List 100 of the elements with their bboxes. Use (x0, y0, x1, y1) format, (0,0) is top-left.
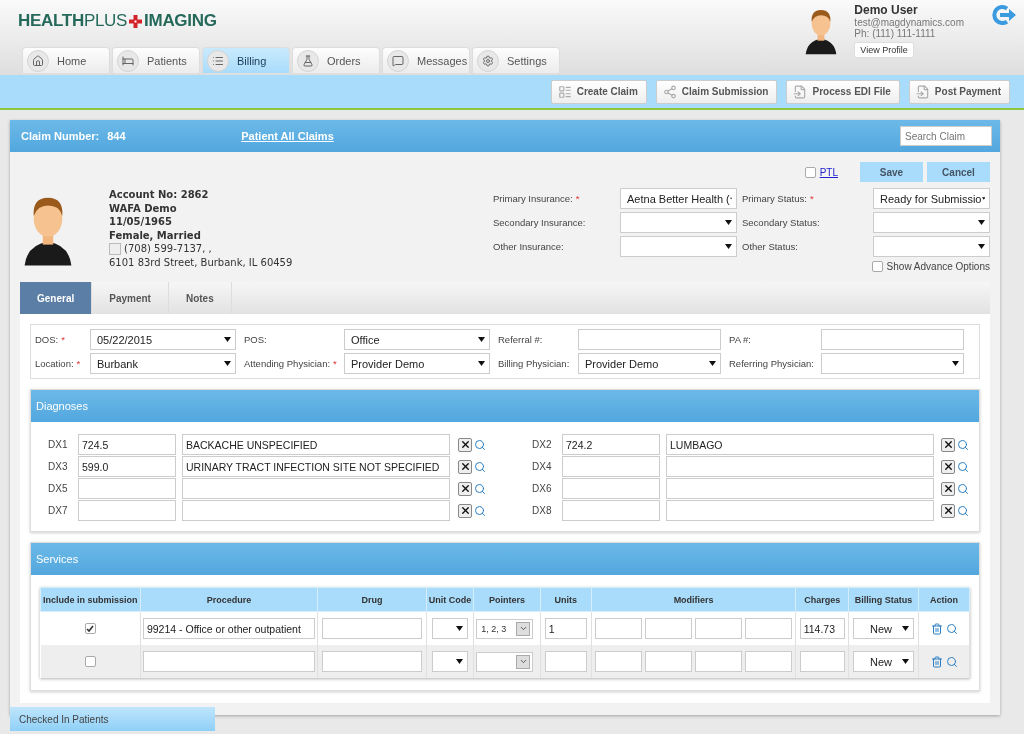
modifier-field[interactable] (645, 618, 693, 639)
dropdown[interactable] (873, 212, 990, 233)
dropdown[interactable]: Provider Demo (578, 353, 721, 374)
modifier-field[interactable] (695, 651, 743, 672)
modifier-field[interactable] (695, 618, 743, 639)
dx-label: DX6 (532, 483, 553, 494)
toolbar-button[interactable]: Process EDI File (786, 79, 900, 104)
charges-field[interactable]: 114.73 (799, 618, 845, 639)
code-field[interactable] (562, 456, 660, 477)
toolbar-button[interactable]: Create Claim (550, 79, 647, 104)
remove-button[interactable] (941, 459, 955, 474)
delete-icon[interactable] (930, 622, 943, 635)
modifier-field[interactable] (745, 618, 793, 639)
modifier-field[interactable] (745, 651, 793, 672)
input-field[interactable] (821, 329, 964, 350)
modifier-field[interactable] (595, 618, 643, 639)
description-field[interactable]: URINARY TRACT INFECTION SITE NOT SPECIFIED (182, 456, 450, 477)
view-profile-button[interactable]: View Profile (854, 42, 914, 58)
column-header: Procedure (140, 587, 318, 612)
dropdown[interactable]: Provider Demo (344, 353, 490, 374)
include-checkbox[interactable] (84, 623, 96, 634)
units-field[interactable] (544, 651, 587, 672)
action-button[interactable]: Save (860, 162, 923, 182)
dropdown[interactable]: Aetna Better Health ( (620, 188, 737, 209)
dropdown[interactable] (873, 236, 990, 257)
procedure-field[interactable] (142, 651, 315, 672)
user-email: test@magdynamics.com (854, 17, 964, 28)
status-dropdown[interactable]: New (853, 618, 915, 639)
search-icon[interactable] (945, 622, 958, 635)
code-field[interactable] (78, 500, 176, 521)
column-header: Pointers (473, 587, 541, 612)
dropdown[interactable] (620, 236, 737, 257)
dropdown[interactable]: 05/22/2015 (90, 329, 236, 350)
advance-checkbox[interactable] (871, 261, 883, 272)
remove-button[interactable] (458, 459, 472, 474)
code-field[interactable]: 724.2 (562, 434, 660, 455)
nav-tab[interactable]: Messages (382, 47, 470, 73)
remove-button[interactable] (458, 481, 472, 496)
remove-button[interactable] (941, 481, 955, 496)
field-label: Primary Status: * (742, 193, 815, 204)
drug-field[interactable] (322, 618, 423, 639)
action-button[interactable]: Cancel (927, 162, 990, 182)
procedure-field[interactable]: 99214 - Office or other outpatient (142, 618, 315, 639)
status-dropdown[interactable]: New (853, 651, 915, 672)
drug-field[interactable] (322, 651, 423, 672)
nav-tab[interactable]: Settings (472, 47, 560, 73)
remove-button[interactable] (941, 503, 955, 518)
checked-in-patients-tab[interactable]: Checked In Patients (10, 707, 215, 731)
tab-icon (117, 49, 139, 72)
description-field[interactable] (182, 500, 450, 521)
ptl-link[interactable]: PTL (819, 166, 838, 178)
unit-code-dropdown[interactable] (432, 618, 468, 639)
nav-tab[interactable]: Billing (202, 47, 290, 73)
detail-tab[interactable]: General (20, 282, 93, 314)
field-label: Secondary Status: (742, 217, 821, 228)
toolbar-icon (915, 84, 930, 99)
code-field[interactable]: 599.0 (78, 456, 176, 477)
search-field[interactable]: Search Claim (900, 126, 992, 146)
code-field[interactable] (562, 500, 660, 521)
dropdown[interactable] (620, 212, 737, 233)
dropdown[interactable]: Office (344, 329, 490, 350)
nav-tab[interactable]: Orders (292, 47, 380, 73)
modifier-field[interactable] (645, 651, 693, 672)
input-field[interactable] (578, 329, 721, 350)
field-label: Attending Physician: * (244, 358, 338, 369)
pointers-dropdown[interactable] (476, 651, 534, 672)
include-checkbox[interactable] (84, 656, 96, 667)
logout-icon[interactable] (992, 4, 1016, 26)
nav-tab[interactable]: Home (22, 47, 110, 73)
modifier-field[interactable] (595, 651, 643, 672)
description-field[interactable] (182, 478, 450, 499)
remove-button[interactable] (458, 437, 472, 452)
column-header: Units (540, 587, 592, 612)
description-field[interactable] (666, 478, 934, 499)
toolbar-button[interactable]: Claim Submission (655, 79, 778, 104)
delete-icon[interactable] (930, 655, 943, 668)
remove-button[interactable] (458, 503, 472, 518)
search-icon[interactable] (945, 655, 958, 668)
field-label: POS: (244, 334, 268, 345)
description-field[interactable]: LUMBAGO (666, 434, 934, 455)
description-field[interactable] (666, 456, 934, 477)
toolbar-button[interactable]: Post Payment (908, 79, 1010, 104)
column-header: Charges (795, 587, 849, 612)
charges-field[interactable] (799, 651, 845, 672)
description-field[interactable] (666, 500, 934, 521)
dx-label: DX5 (48, 483, 69, 494)
dropdown[interactable]: Ready for Submissio (873, 188, 990, 209)
code-field[interactable] (562, 478, 660, 499)
remove-button[interactable] (941, 437, 955, 452)
code-field[interactable]: 724.5 (78, 434, 176, 455)
dropdown[interactable]: Burbank (90, 353, 236, 374)
code-field[interactable] (78, 478, 176, 499)
close-icon (942, 483, 954, 494)
units-field[interactable]: 1 (544, 618, 587, 639)
nav-tab[interactable]: Patients (112, 47, 200, 73)
description-field[interactable]: BACKACHE UNSPECIFIED (182, 434, 450, 455)
pointers-dropdown[interactable]: 1, 2, 3 (476, 618, 534, 639)
ptl-checkbox[interactable] (804, 166, 816, 178)
unit-code-dropdown[interactable] (432, 651, 468, 672)
dropdown[interactable] (821, 353, 964, 374)
